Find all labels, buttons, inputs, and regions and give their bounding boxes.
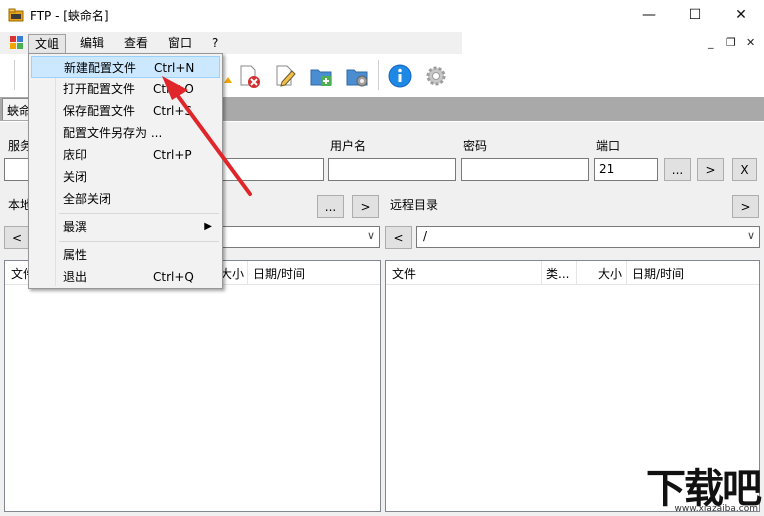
column-divider[interactable] [247, 261, 248, 285]
column-divider[interactable] [541, 261, 542, 285]
watermark-logo: 下载吧 www.xiazaiba.com [628, 456, 764, 516]
mdi-window-icon[interactable] [10, 36, 24, 50]
folder-settings-icon[interactable] [344, 63, 370, 89]
remote-path-value: / [423, 229, 428, 243]
remote-dir-label: 远程目录 [390, 198, 439, 212]
remote-col-file[interactable]: 文件 [392, 265, 416, 282]
watermark-url: www.xiazaiba.com [674, 504, 758, 514]
mdi-restore-button[interactable]: ❐ [726, 36, 736, 49]
browse-button[interactable]: ... [664, 158, 691, 181]
local-dir-label: 本地目录 [8, 198, 30, 212]
menu-separator [59, 213, 219, 214]
edit-icon[interactable] [272, 63, 298, 89]
add-folder-icon[interactable] [308, 63, 334, 89]
menu-window[interactable]: 窗口 [162, 34, 198, 54]
local-col-date[interactable]: 日期/时间 [253, 265, 305, 282]
user-label: 用户名 [330, 139, 367, 153]
port-input[interactable]: 21 [594, 158, 658, 181]
menu-edit[interactable]: 编辑 [74, 34, 110, 54]
menu-bar [0, 32, 462, 54]
chevron-down-icon: ∨ [366, 229, 375, 242]
menu-help[interactable]: ? [206, 34, 224, 54]
close-button[interactable]: ✕ [718, 0, 764, 30]
column-divider[interactable] [626, 261, 627, 285]
remote-col-type[interactable]: 类... [546, 265, 569, 282]
local-col-size[interactable]: 大小 [220, 265, 244, 282]
remote-list-header: 文件 类... 大小 日期/时间 [386, 261, 759, 285]
submenu-arrow-icon: ▶ [204, 221, 212, 232]
password-label: 密码 [463, 139, 488, 153]
info-icon[interactable] [387, 63, 413, 89]
remote-col-size[interactable]: 大小 [598, 265, 622, 282]
local-back-button[interactable]: < [4, 226, 30, 249]
port-label: 端口 [596, 139, 621, 153]
remote-go-button[interactable]: > [732, 195, 759, 218]
toolbar-separator [378, 60, 379, 90]
local-go-button[interactable]: > [352, 195, 379, 218]
column-divider[interactable] [576, 261, 577, 285]
folder-app-icon [8, 8, 24, 22]
toolbar-grip [14, 60, 15, 90]
server-label: 服务器 [8, 139, 30, 153]
menu-separator [59, 241, 219, 242]
remote-back-button[interactable]: < [385, 226, 412, 249]
menu-file[interactable]: 文岨 [28, 34, 67, 54]
remote-col-date[interactable]: 日期/时间 [632, 265, 684, 282]
user-input[interactable] [328, 158, 456, 181]
remote-path-combo[interactable]: / ∨ [416, 226, 760, 248]
maximize-button[interactable]: ☐ [672, 0, 718, 30]
disconnect-button[interactable]: X [732, 158, 757, 181]
menu-item-properties[interactable]: 属性 [31, 244, 220, 266]
menu-view[interactable]: 查看 [118, 34, 154, 54]
menu-item-exit[interactable]: 退出 Ctrl+Q [31, 266, 220, 288]
menu-item-recent[interactable]: 最潩 ▶ [31, 216, 220, 238]
password-input[interactable] [461, 158, 589, 181]
connect-button[interactable]: > [697, 158, 724, 181]
local-file-list[interactable]: 文件 大小 日期/时间 [4, 260, 381, 512]
local-browse-button[interactable]: ... [317, 195, 344, 218]
window-title: FTP - [蛺命名] [30, 9, 109, 23]
chevron-down-icon: ∨ [746, 229, 755, 242]
gear-icon[interactable] [423, 63, 449, 89]
annotation-arrow [162, 76, 252, 196]
mdi-minimize-button[interactable]: _ [708, 36, 714, 49]
mdi-close-button[interactable]: ✕ [746, 36, 755, 49]
minimize-button[interactable]: — [626, 0, 672, 30]
